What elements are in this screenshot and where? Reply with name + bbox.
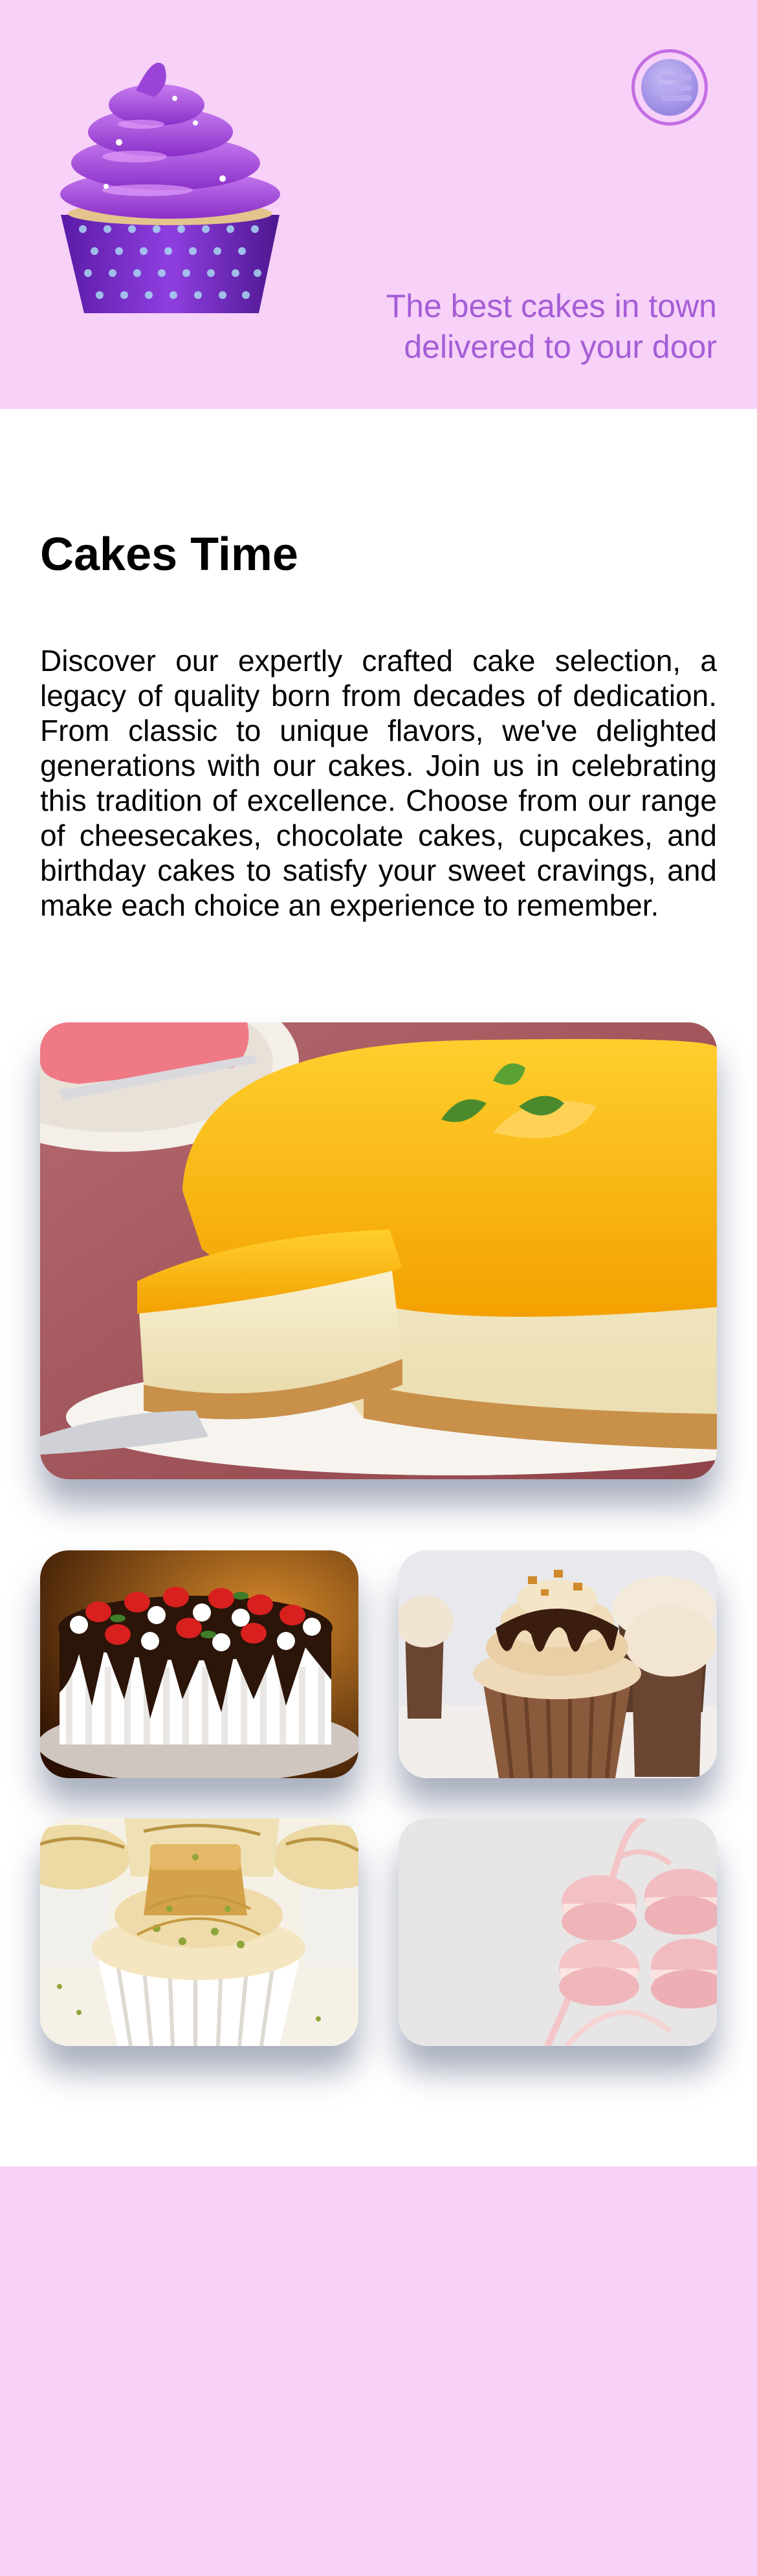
menu-button[interactable] xyxy=(631,49,708,126)
site-header: The best cakes in town delivered to your… xyxy=(0,0,757,409)
gallery-tile-1 xyxy=(40,1550,358,1778)
caramel-cupcakes-photo xyxy=(399,1550,717,1778)
hero-image-card xyxy=(40,1022,717,1479)
pink-macarons-photo xyxy=(399,1818,717,2046)
pistachio-cupcake-photo xyxy=(40,1818,358,2046)
chocolate-strawberry-cake-photo xyxy=(40,1550,358,1778)
intro-paragraph: Discover our expertly crafted cake selec… xyxy=(40,644,717,922)
site-footer xyxy=(0,2166,757,2576)
hamburger-menu-icon xyxy=(641,59,698,116)
mango-cheesecake-photo xyxy=(40,1022,717,1479)
page-title: Cakes Time xyxy=(40,529,298,580)
gallery-tile-2 xyxy=(399,1550,717,1778)
gallery-tile-4 xyxy=(399,1818,717,2046)
tagline: The best cakes in town delivered to your… xyxy=(386,288,717,365)
cupcake-logo-icon[interactable] xyxy=(57,60,283,318)
gallery-tile-3 xyxy=(40,1818,358,2046)
